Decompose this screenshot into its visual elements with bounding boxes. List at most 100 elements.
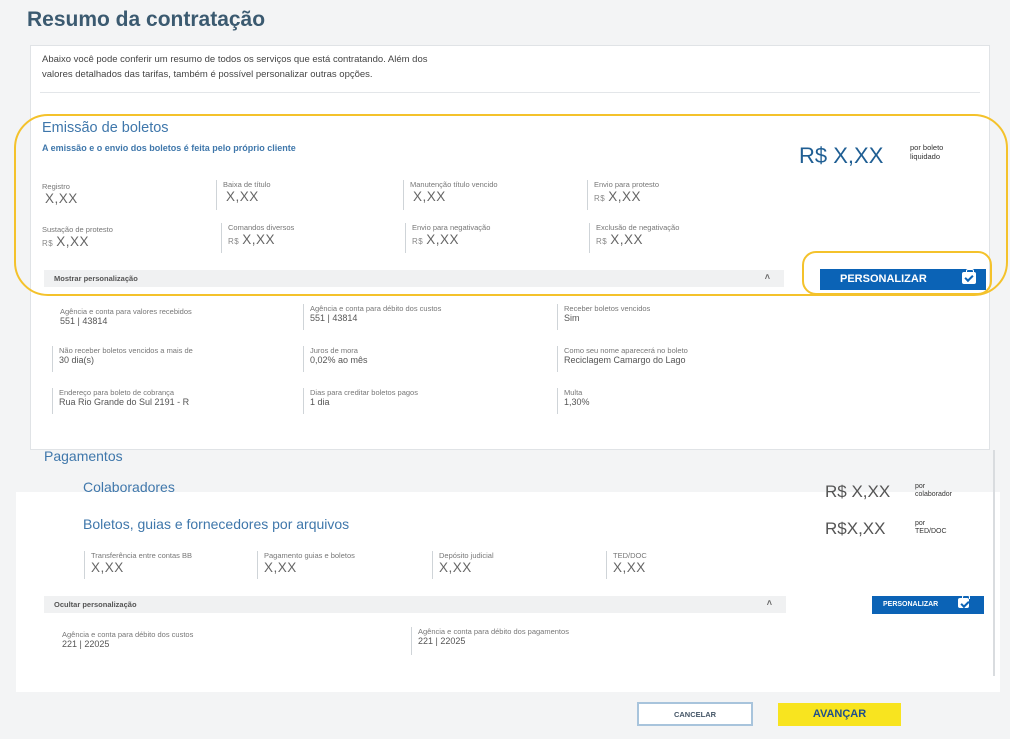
fee-label: Comandos diversos xyxy=(228,223,295,232)
fee-label: Envio para negativação xyxy=(412,223,491,232)
option-label: Agência e conta para débito dos pagament… xyxy=(418,627,569,636)
personalizar-button[interactable]: PERSONALIZAR xyxy=(820,269,986,290)
option-value: 551 | 43814 xyxy=(310,313,358,323)
boletos-note-2: TED/DOC xyxy=(915,528,947,535)
fee-label: Transferência entre contas BB xyxy=(91,551,193,560)
fee-value: R$ X,XX xyxy=(42,234,89,249)
emissao-title: Emissão de boletos xyxy=(42,120,169,136)
colaboradores-price: R$ X,XX xyxy=(825,482,891,501)
mostrar-personalizacao-toggle[interactable]: Mostrar personalização ˄ xyxy=(44,270,784,287)
emissao-price-note-1: por boleto xyxy=(910,143,944,152)
option-value: Sim xyxy=(564,313,580,323)
chevron-up-icon: ˄ xyxy=(766,598,772,608)
option-value: 551 | 43814 xyxy=(60,316,108,326)
fee-label: Registro xyxy=(42,182,70,191)
fee-value: X,XX xyxy=(91,560,124,575)
fee-comandos: Comandos diversos R$ X,XX xyxy=(221,223,294,253)
option-label: Receber boletos vencidos xyxy=(564,304,651,313)
emissao-price-note-2: liquidado xyxy=(910,152,941,161)
fee-deposito-judicial: Depósito judicial X,XX xyxy=(432,551,494,579)
option-dias-creditar: Dias para creditar boletos pagos 1 dia xyxy=(303,388,418,414)
fee-label: Pagamento guias e boletos xyxy=(264,551,355,560)
colaboradores-note-1: por xyxy=(915,483,926,490)
ocultar-personalizacao-toggle[interactable]: Ocultar personalização ˄ xyxy=(44,596,786,613)
fee-ted-doc: TED/DOC X,XX xyxy=(606,551,647,579)
page-title: Resumo da contratação xyxy=(27,8,266,31)
option-label: Como seu nome aparecerá no boleto xyxy=(564,346,688,355)
option-label: Agência e conta para valores recebidos xyxy=(60,307,192,316)
cancel-button[interactable]: CANCELAR xyxy=(637,702,753,726)
option-label: Endereço para boleto de cobrança xyxy=(59,388,175,397)
intro-line-2: valores detalhados das tarifas, também é… xyxy=(42,69,373,80)
personalizar-pagamentos-button[interactable]: PERSONALIZAR xyxy=(872,595,984,614)
option-agencia-debito: Agência e conta para débito dos custos 5… xyxy=(303,304,441,330)
option-value: 221 | 22025 xyxy=(418,636,466,646)
fee-value: R$ X,XX xyxy=(596,232,643,247)
option-label: Não receber boletos vencidos a mais de xyxy=(59,346,193,355)
intro-text: Abaixo você pode conferir um resumo de t… xyxy=(42,52,582,82)
option-nome-boleto: Como seu nome aparecerá no boleto Recicl… xyxy=(557,346,688,372)
fee-envio-protesto: Envio para protesto R$ X,XX xyxy=(587,180,659,210)
option-label: Multa xyxy=(564,388,583,397)
colaboradores-note-2: colaborador xyxy=(915,491,952,498)
fee-transferencia: Transferência entre contas BB X,XX xyxy=(84,551,192,579)
emissao-subtitle: A emissão e o envio dos boletos é feita … xyxy=(42,143,296,153)
personalizar-label: PERSONALIZAR xyxy=(840,273,927,285)
colaboradores-title: Colaboradores xyxy=(83,479,175,495)
toggle-label: Mostrar personalização xyxy=(54,274,138,283)
fee-label: Exclusão de negativação xyxy=(596,223,680,232)
option-agencia-recebidos: Agência e conta para valores recebidos 5… xyxy=(60,307,192,327)
fee-sustacao: Sustação de protesto R$ X,XX xyxy=(42,225,113,251)
divider xyxy=(40,92,980,93)
personalizar-label: PERSONALIZAR xyxy=(883,601,939,608)
fee-value: R$ X,XX xyxy=(594,189,641,204)
option-agencia-debito-custos: Agência e conta para débito dos custos 2… xyxy=(62,630,193,650)
option-label: Agência e conta para débito dos custos xyxy=(62,630,194,639)
option-value: 221 | 22025 xyxy=(62,639,110,649)
option-label: Dias para creditar boletos pagos xyxy=(310,388,418,397)
emissao-price-note: por boleto liquidado xyxy=(910,143,943,161)
option-agencia-debito-pagamentos: Agência e conta para débito dos pagament… xyxy=(411,627,569,655)
intro-line-1: Abaixo você pode conferir um resumo de t… xyxy=(42,54,428,65)
fee-baixa: Baixa de título X,XX xyxy=(216,180,271,210)
option-endereco: Endereço para boleto de cobrança Rua Rio… xyxy=(52,388,189,414)
fee-value: X,XX xyxy=(45,191,78,206)
boletos-note-1: por xyxy=(915,520,926,527)
fee-value: X,XX xyxy=(613,560,646,575)
fee-pagamento-guias: Pagamento guias e boletos X,XX xyxy=(257,551,355,579)
option-value: Rua Rio Grande do Sul 2191 - R xyxy=(59,397,190,407)
fee-manutencao: Manutenção título vencido X,XX xyxy=(403,180,498,210)
fee-value: R$ X,XX xyxy=(412,232,459,247)
emissao-price: R$ X,XX xyxy=(799,143,884,168)
option-value: 0,02% ao mês xyxy=(310,355,368,365)
fee-value: R$ X,XX xyxy=(228,232,275,247)
pagamentos-edge xyxy=(993,450,995,676)
option-value: Reciclagem Camargo do Lago xyxy=(564,355,686,365)
option-juros: Juros de mora 0,02% ao mês xyxy=(303,346,368,372)
toggle-label: Ocultar personalização xyxy=(54,600,137,609)
fee-value: X,XX xyxy=(439,560,472,575)
boletos-price-note: por TED/DOC xyxy=(915,520,947,536)
option-receber-vencidos: Receber boletos vencidos Sim xyxy=(557,304,650,330)
fee-label: Envio para protesto xyxy=(594,180,660,189)
fee-envio-negativacao: Envio para negativação R$ X,XX xyxy=(405,223,490,253)
option-value: 1,30% xyxy=(564,397,590,407)
fee-label: Sustação de protesto xyxy=(42,225,113,234)
fee-label: Manutenção título vencido xyxy=(410,180,498,189)
next-button[interactable]: AVANÇAR xyxy=(778,703,901,726)
option-nao-receber: Não receber boletos vencidos a mais de 3… xyxy=(52,346,193,372)
fee-registro: Registro X,XX xyxy=(42,182,78,208)
fee-label: TED/DOC xyxy=(613,551,647,560)
boletos-title: Boletos, guias e fornecedores por arquiv… xyxy=(83,516,350,532)
fee-label: Baixa de título xyxy=(223,180,271,189)
chevron-up-icon: ˄ xyxy=(764,272,770,282)
fee-exclusao-negativacao: Exclusão de negativação R$ X,XX xyxy=(589,223,679,253)
briefcase-check-icon xyxy=(958,595,970,608)
briefcase-check-icon xyxy=(962,269,976,284)
colaboradores-price-note: por colaborador xyxy=(915,483,952,499)
fee-label: Depósito judicial xyxy=(439,551,494,560)
option-label: Juros de mora xyxy=(310,346,358,355)
option-label: Agência e conta para débito dos custos xyxy=(310,304,442,313)
pagamentos-title: Pagamentos xyxy=(44,448,123,464)
option-value: 1 dia xyxy=(310,397,330,407)
